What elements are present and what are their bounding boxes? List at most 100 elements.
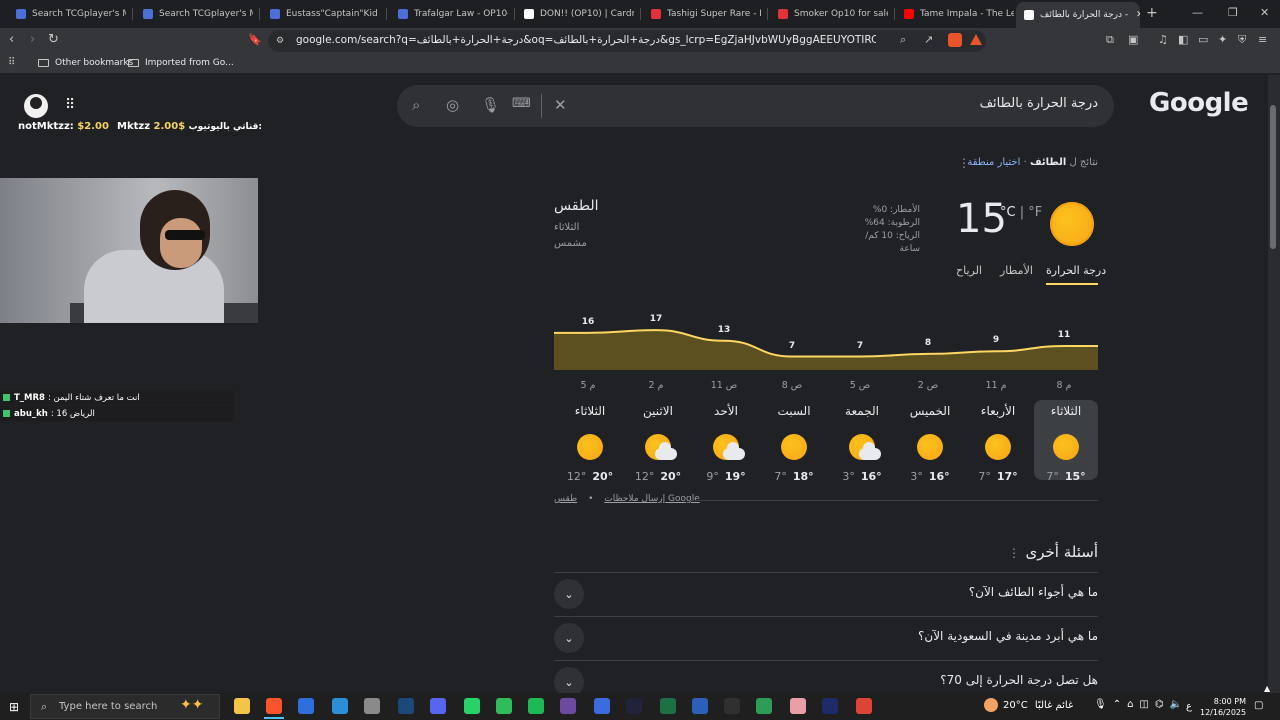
tab[interactable]: Tashigi Super Rare - Royal bbox=[643, 4, 761, 24]
forecast-day[interactable]: الاثنين 12° 20° bbox=[626, 400, 690, 483]
brave-rewards-icon[interactable] bbox=[970, 34, 982, 45]
back-icon[interactable]: ‹ bbox=[9, 32, 14, 47]
tab[interactable]: Search TCGplayer's Massiv bbox=[8, 4, 126, 24]
zoom-icon[interactable]: ⌕ bbox=[900, 33, 906, 47]
tab[interactable]: Smoker Op10 for sale | eB bbox=[770, 4, 888, 24]
photos-icon[interactable] bbox=[756, 698, 772, 714]
sidebar-icon[interactable]: ◧ bbox=[1178, 33, 1188, 46]
discord-icon[interactable] bbox=[430, 698, 446, 714]
chevron-down-icon[interactable]: ⌄ bbox=[554, 667, 584, 693]
avatar[interactable] bbox=[24, 94, 48, 118]
question-item[interactable]: ⌄ ما هي أبرد مدينة في السعودية الآن؟ bbox=[554, 616, 1098, 660]
tick-label[interactable]: 5 ص bbox=[840, 380, 880, 391]
forecast-day[interactable]: الأحد 9° 19° bbox=[694, 400, 758, 483]
excel-icon[interactable] bbox=[660, 698, 676, 714]
site-info-icon[interactable]: ⚙ bbox=[276, 36, 284, 46]
system-tray-icons[interactable]: 🎙⌃⌂◫⌬🔈 bbox=[1094, 699, 1188, 710]
tab-wind[interactable]: الرياح bbox=[956, 264, 982, 277]
vpn-icon[interactable]: ⛨ bbox=[1238, 33, 1246, 47]
unit-toggle[interactable]: °C | °F bbox=[1000, 205, 1042, 220]
search-input[interactable]: درجة الحرارة بالطائف bbox=[940, 96, 1098, 111]
chevron-down-icon[interactable]: ⌄ bbox=[554, 623, 584, 653]
feedback-link[interactable]: إرسال ملاحظات bbox=[604, 494, 665, 504]
question-item[interactable]: ⌄ هل تصل درجة الحرارة إلى 70؟ bbox=[554, 660, 1098, 693]
forecast-day[interactable]: الأربعاء 7° 17° bbox=[966, 400, 1030, 483]
close-window-button[interactable]: ✕ bbox=[1260, 6, 1269, 19]
spotify-icon[interactable] bbox=[528, 698, 544, 714]
store-icon[interactable] bbox=[298, 698, 314, 714]
tick-label[interactable]: 5 م bbox=[568, 380, 608, 391]
url-text[interactable]: google.com/search?q=درجة+الحرارة+بالطائف… bbox=[296, 34, 876, 46]
tick-label[interactable]: 8 ص bbox=[772, 380, 812, 391]
minimize-button[interactable]: — bbox=[1192, 6, 1203, 19]
fresco-icon[interactable] bbox=[822, 698, 838, 714]
forecast-day[interactable]: الثلاثاء 12° 20° bbox=[558, 400, 622, 483]
bookmark-other[interactable]: Other bookmarks bbox=[38, 58, 133, 68]
whatsapp-icon[interactable] bbox=[464, 698, 480, 714]
more-options-icon[interactable]: ⋮ bbox=[958, 156, 970, 170]
tick-label[interactable]: 2 م bbox=[636, 380, 676, 391]
tab-temperature[interactable]: درجة الحرارة bbox=[1046, 264, 1106, 277]
tab-active[interactable]: درجة الحرارة بالطائف - ✕ bbox=[1016, 2, 1140, 28]
chevron-down-icon[interactable]: ⌄ bbox=[554, 579, 584, 609]
restore-button[interactable]: ❐ bbox=[1228, 6, 1238, 19]
menu-icon[interactable]: ≡ bbox=[1258, 33, 1267, 46]
phone-link-icon[interactable] bbox=[496, 698, 512, 714]
extensions-icon[interactable]: ⧉ bbox=[1106, 33, 1114, 47]
tab[interactable]: Tame Impala - The Less bbox=[896, 4, 1014, 24]
clock[interactable]: 8:00 PM 12/16/2025 bbox=[1200, 696, 1246, 718]
forecast-day[interactable]: الجمعة 3° 16° bbox=[830, 400, 894, 483]
clear-icon[interactable]: ✕ bbox=[554, 96, 567, 114]
forecast-day[interactable]: الثلاثاء 7° 15° bbox=[1034, 400, 1098, 483]
tick-label[interactable]: 8 م bbox=[1044, 380, 1084, 391]
edge-icon[interactable] bbox=[332, 698, 348, 714]
brave-icon[interactable] bbox=[266, 698, 282, 714]
tick-label[interactable]: 11 م bbox=[976, 380, 1016, 391]
steam-icon[interactable] bbox=[398, 698, 414, 714]
question-item[interactable]: ⌄ ما هي أجواء الطائف الآن؟ bbox=[554, 572, 1098, 616]
share-icon[interactable]: ↗ bbox=[924, 33, 933, 46]
apps-icon[interactable]: ⠿ bbox=[8, 57, 15, 68]
tab[interactable]: DON!! (OP10) | Cardmarke bbox=[516, 4, 634, 24]
question-text[interactable]: هل تصل درجة الحرارة إلى 70؟ bbox=[940, 673, 1098, 687]
lens-icon[interactable]: ◎ bbox=[446, 96, 459, 114]
new-tab-button[interactable]: + bbox=[1146, 5, 1158, 21]
windows-start-icon[interactable]: ⊞ bbox=[9, 700, 19, 714]
chrome-icon[interactable] bbox=[856, 698, 872, 714]
tab[interactable]: Search TCGplayer's Massiv bbox=[135, 4, 253, 24]
obs-icon[interactable] bbox=[560, 698, 576, 714]
file-explorer-icon[interactable] bbox=[234, 698, 250, 714]
terminal-icon[interactable] bbox=[626, 698, 642, 714]
search-icon[interactable]: ⌕ bbox=[412, 96, 420, 114]
forecast-day[interactable]: السبت 7° 18° bbox=[762, 400, 826, 483]
word-icon[interactable] bbox=[692, 698, 708, 714]
tab[interactable]: Eustass"Captain"Kid (Repri bbox=[262, 4, 380, 24]
tab[interactable]: Trafalgar Law - OP10-119 - bbox=[390, 4, 508, 24]
keyboard-icon[interactable]: ⌨ bbox=[512, 96, 531, 111]
choose-area-link[interactable]: اختيار منطقة bbox=[967, 157, 1020, 168]
wallet-icon[interactable]: ▭ bbox=[1198, 33, 1208, 46]
brave-shield-icon[interactable] bbox=[948, 33, 962, 47]
capcut-icon[interactable] bbox=[724, 698, 740, 714]
bookmark-imported[interactable]: Imported from Go... bbox=[128, 58, 234, 68]
bookmark-icon[interactable]: 🔖 bbox=[248, 33, 262, 46]
tick-label[interactable]: 2 ص bbox=[908, 380, 948, 391]
vpn-icon[interactable] bbox=[594, 698, 610, 714]
xbox-icon[interactable] bbox=[364, 698, 380, 714]
google-apps-icon[interactable]: ⠿ bbox=[65, 97, 75, 113]
close-tab-icon[interactable]: ✕ bbox=[1136, 10, 1140, 20]
mic-icon[interactable]: 🎙 bbox=[481, 96, 500, 114]
notifications-icon[interactable]: ▢ bbox=[1254, 700, 1263, 711]
leo-icon[interactable]: ✦ bbox=[1218, 33, 1227, 46]
app-icon[interactable] bbox=[790, 698, 806, 714]
scrollbar-thumb[interactable] bbox=[1270, 105, 1276, 249]
question-text[interactable]: ما هي أجواء الطائف الآن؟ bbox=[969, 585, 1098, 599]
tab-precipitation[interactable]: الأمطار bbox=[1000, 264, 1033, 277]
taskbar-weather[interactable]: 20°C غائم غالبًا bbox=[1003, 700, 1073, 711]
google-logo[interactable]: Google bbox=[1149, 88, 1249, 118]
unit-fahrenheit[interactable]: °F bbox=[1028, 205, 1042, 220]
forward-icon[interactable]: › bbox=[30, 32, 35, 47]
reader-icon[interactable]: ▣ bbox=[1128, 33, 1138, 46]
question-text[interactable]: ما هي أبرد مدينة في السعودية الآن؟ bbox=[918, 629, 1098, 643]
unit-celsius[interactable]: °C bbox=[1000, 205, 1016, 220]
